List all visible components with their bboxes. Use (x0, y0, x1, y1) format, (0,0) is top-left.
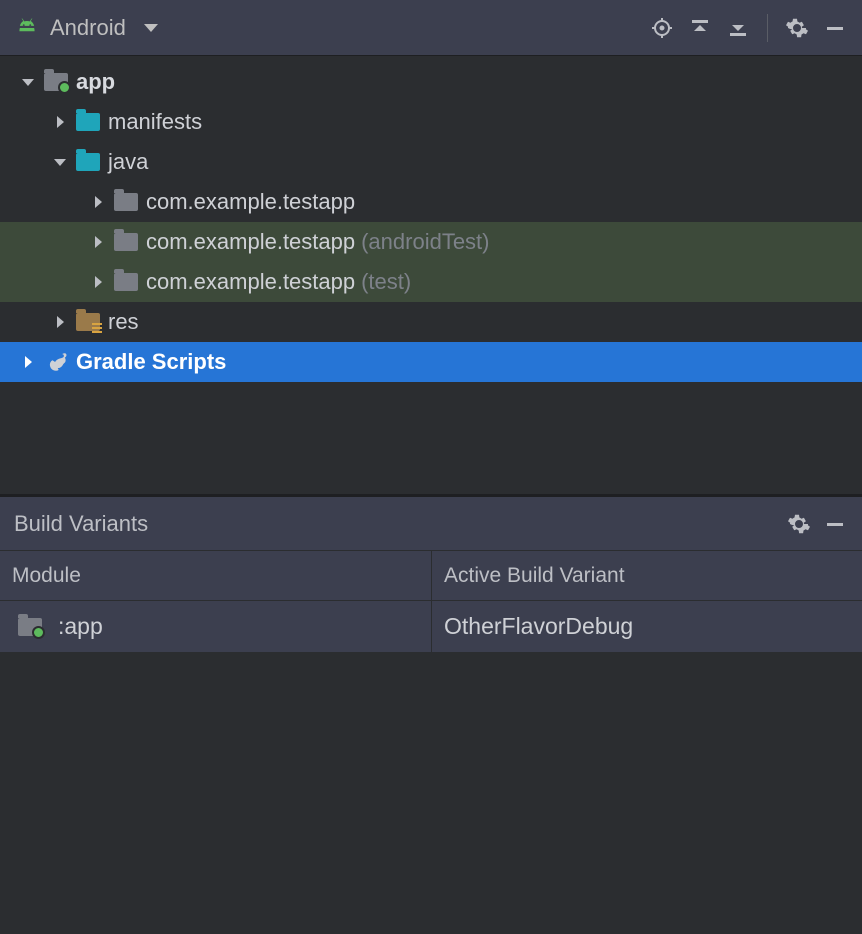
chevron-down-icon[interactable] (50, 152, 70, 172)
package-icon (114, 233, 138, 251)
tree-node-manifests[interactable]: manifests (0, 102, 862, 142)
column-variant[interactable]: Active Build Variant (432, 551, 862, 601)
chevron-down-icon (144, 24, 158, 32)
chevron-right-icon[interactable] (50, 312, 70, 332)
table-body: :app OtherFlavorDebug (0, 601, 862, 934)
project-toolbar: Android (0, 0, 862, 56)
module-name: :app (58, 613, 103, 640)
gradle-icon (42, 351, 70, 373)
package-icon (114, 193, 138, 211)
table-row[interactable]: :app OtherFlavorDebug (0, 601, 862, 653)
variant-value: OtherFlavorDebug (444, 613, 633, 640)
chevron-down-icon[interactable] (18, 72, 38, 92)
project-view-selector[interactable]: Android (14, 15, 158, 41)
chevron-right-icon[interactable] (50, 112, 70, 132)
chevron-right-icon[interactable] (88, 192, 108, 212)
tree-label: com.example.testapp (146, 229, 355, 255)
project-view-label: Android (50, 15, 126, 41)
chevron-right-icon[interactable] (18, 352, 38, 372)
minimize-icon[interactable] (822, 511, 848, 537)
build-variants-panel: Build Variants Module Active Build Varia… (0, 494, 862, 934)
tree-node-gradle-scripts[interactable]: Gradle Scripts (0, 342, 862, 382)
collapse-all-icon[interactable] (725, 15, 751, 41)
tree-node-package-androidtest[interactable]: com.example.testapp (androidTest) (0, 222, 862, 262)
package-icon (114, 273, 138, 291)
tree-node-res[interactable]: res (0, 302, 862, 342)
module-folder-icon (18, 618, 42, 636)
tree-label: res (108, 309, 139, 335)
toolbar-divider (767, 14, 768, 42)
expand-all-icon[interactable] (687, 15, 713, 41)
build-variants-header: Build Variants (0, 497, 862, 551)
tree-node-package-test[interactable]: com.example.testapp (test) (0, 262, 862, 302)
tree-node-app[interactable]: app (0, 62, 862, 102)
module-folder-icon (44, 73, 68, 91)
project-toolbar-actions (649, 14, 848, 42)
chevron-right-icon[interactable] (88, 272, 108, 292)
android-icon (14, 15, 40, 41)
folder-icon (76, 153, 100, 171)
tree-label: com.example.testapp (146, 189, 355, 215)
tree-label-suffix: (test) (361, 269, 411, 295)
gear-icon[interactable] (786, 511, 812, 537)
folder-icon (76, 113, 100, 131)
chevron-right-icon[interactable] (88, 232, 108, 252)
tree-label: Gradle Scripts (76, 349, 226, 375)
tree-label-suffix: (androidTest) (361, 229, 489, 255)
cell-variant[interactable]: OtherFlavorDebug (432, 601, 862, 652)
column-module[interactable]: Module (0, 551, 432, 601)
project-tree[interactable]: app manifests java com.example.testapp c… (0, 56, 862, 494)
resources-folder-icon (76, 313, 100, 331)
panel-title: Build Variants (14, 511, 148, 537)
tree-label: app (76, 69, 115, 95)
cell-module[interactable]: :app (0, 601, 432, 652)
tree-label: com.example.testapp (146, 269, 355, 295)
minimize-icon[interactable] (822, 15, 848, 41)
tree-label: java (108, 149, 148, 175)
tree-node-package-main[interactable]: com.example.testapp (0, 182, 862, 222)
locate-icon[interactable] (649, 15, 675, 41)
tree-node-java[interactable]: java (0, 142, 862, 182)
build-variants-actions (786, 511, 848, 537)
table-header: Module Active Build Variant (0, 551, 862, 601)
tree-label: manifests (108, 109, 202, 135)
gear-icon[interactable] (784, 15, 810, 41)
project-panel: Android app (0, 0, 862, 494)
